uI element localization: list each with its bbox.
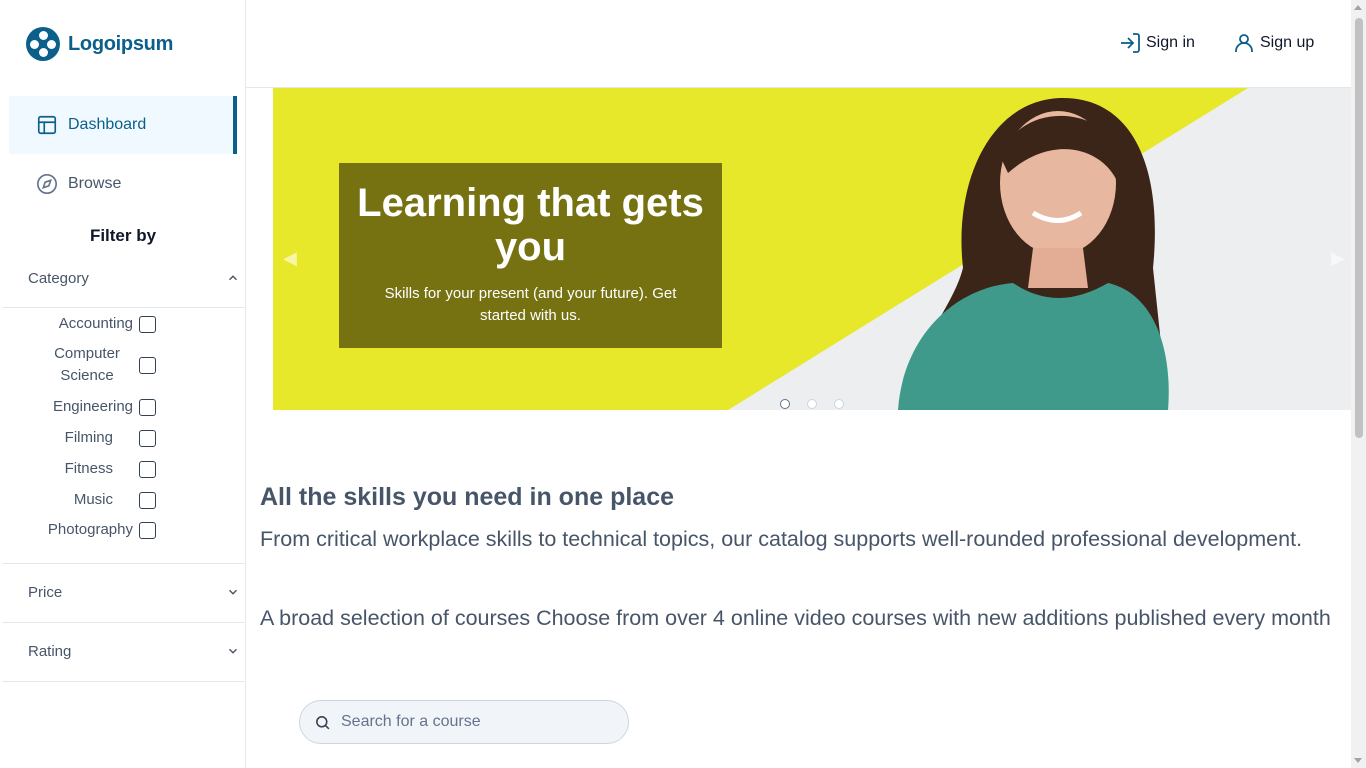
carousel-dot-1[interactable] xyxy=(780,399,790,409)
user-icon xyxy=(1235,34,1253,52)
category-label: Category xyxy=(28,269,89,287)
checkbox[interactable] xyxy=(139,491,156,509)
rating-label: Rating xyxy=(28,642,72,660)
checkbox[interactable] xyxy=(139,398,156,416)
category-option-label: Fitness xyxy=(64,460,113,477)
login-icon xyxy=(1121,33,1140,53)
carousel-prev-icon[interactable]: ◀ xyxy=(283,248,297,269)
chevron-down-icon xyxy=(229,648,237,654)
scrollbar-thumb[interactable] xyxy=(1355,18,1363,438)
top-header: Sign in Sign up xyxy=(246,0,1351,88)
chevron-up-icon xyxy=(229,275,237,281)
compass-icon xyxy=(37,174,57,194)
scroll-down-icon[interactable] xyxy=(1354,758,1362,763)
price-label: Price xyxy=(28,583,63,601)
category-option-photography[interactable]: Photography xyxy=(26,519,156,541)
category-option-fitness[interactable]: Fitness xyxy=(26,458,156,480)
section-heading: All the skills you need in one place xyxy=(260,483,675,511)
category-option-label: Filming xyxy=(64,429,113,446)
category-option-engineering[interactable]: Engineering xyxy=(26,396,156,418)
carousel-dot-2[interactable] xyxy=(807,399,817,409)
category-accordion[interactable]: Category xyxy=(0,249,244,307)
carousel-indicators xyxy=(780,399,844,409)
chevron-down-icon xyxy=(229,589,237,595)
sign-up-button[interactable]: Sign up xyxy=(1232,28,1314,58)
filter-title: Filter by xyxy=(89,226,157,245)
sign-in-button[interactable]: Sign in xyxy=(1118,28,1195,58)
sign-in-label: Sign in xyxy=(1146,34,1195,51)
carousel-dot-3[interactable] xyxy=(834,399,844,409)
banner-text-box: Learning that gets you Skills for your p… xyxy=(339,163,722,348)
nav-browse-label: Browse xyxy=(68,175,122,192)
logo-icon xyxy=(26,27,60,61)
divider xyxy=(2,681,244,682)
section-paragraph-2: A broad selection of courses Choose from… xyxy=(260,606,1331,630)
search-bar xyxy=(299,700,629,744)
category-option-label: Photography xyxy=(47,521,133,538)
category-option-label: Music xyxy=(73,491,113,508)
banner-title: Learning that gets you xyxy=(357,181,704,269)
logo[interactable]: Logoipsum xyxy=(26,27,173,61)
category-option-computer-science[interactable]: Computer Science xyxy=(26,343,156,387)
checkbox[interactable] xyxy=(139,429,156,447)
hero-banner: Learning that gets you Skills for your p… xyxy=(273,88,1351,410)
sidebar: Logoipsum Dashboard Browse Filter by Cat… xyxy=(0,0,246,768)
scroll-up-icon[interactable] xyxy=(1354,5,1362,10)
section-paragraph-1: From critical workplace skills to techni… xyxy=(260,527,1303,551)
rating-accordion[interactable]: Rating xyxy=(0,622,244,680)
brand-name: Logoipsum xyxy=(68,32,174,55)
checkbox[interactable] xyxy=(139,460,156,478)
category-option-music[interactable]: Music xyxy=(26,489,156,511)
category-option-accounting[interactable]: Accounting xyxy=(26,313,156,335)
banner-subtitle: Skills for your present (and your future… xyxy=(384,285,677,324)
category-option-label: Accounting xyxy=(58,315,133,332)
search-icon xyxy=(316,715,330,729)
checkbox[interactable] xyxy=(139,521,156,539)
category-option-label: Computer Science xyxy=(54,345,120,384)
sign-up-label: Sign up xyxy=(1260,34,1315,51)
divider xyxy=(2,307,244,308)
nav-browse[interactable]: Browse xyxy=(9,155,237,213)
checkbox[interactable] xyxy=(139,356,156,374)
nav-dashboard[interactable]: Dashboard xyxy=(9,96,237,154)
scrollbar[interactable] xyxy=(1351,0,1366,768)
carousel-next-icon[interactable]: ▶ xyxy=(1331,248,1345,269)
checkbox[interactable] xyxy=(139,315,156,333)
category-option-label: Engineering xyxy=(52,398,133,415)
nav-dashboard-label: Dashboard xyxy=(68,116,147,133)
search-input[interactable] xyxy=(341,713,601,731)
price-accordion[interactable]: Price xyxy=(0,563,244,621)
layout-icon xyxy=(37,115,57,135)
category-option-filming[interactable]: Filming xyxy=(26,427,156,449)
